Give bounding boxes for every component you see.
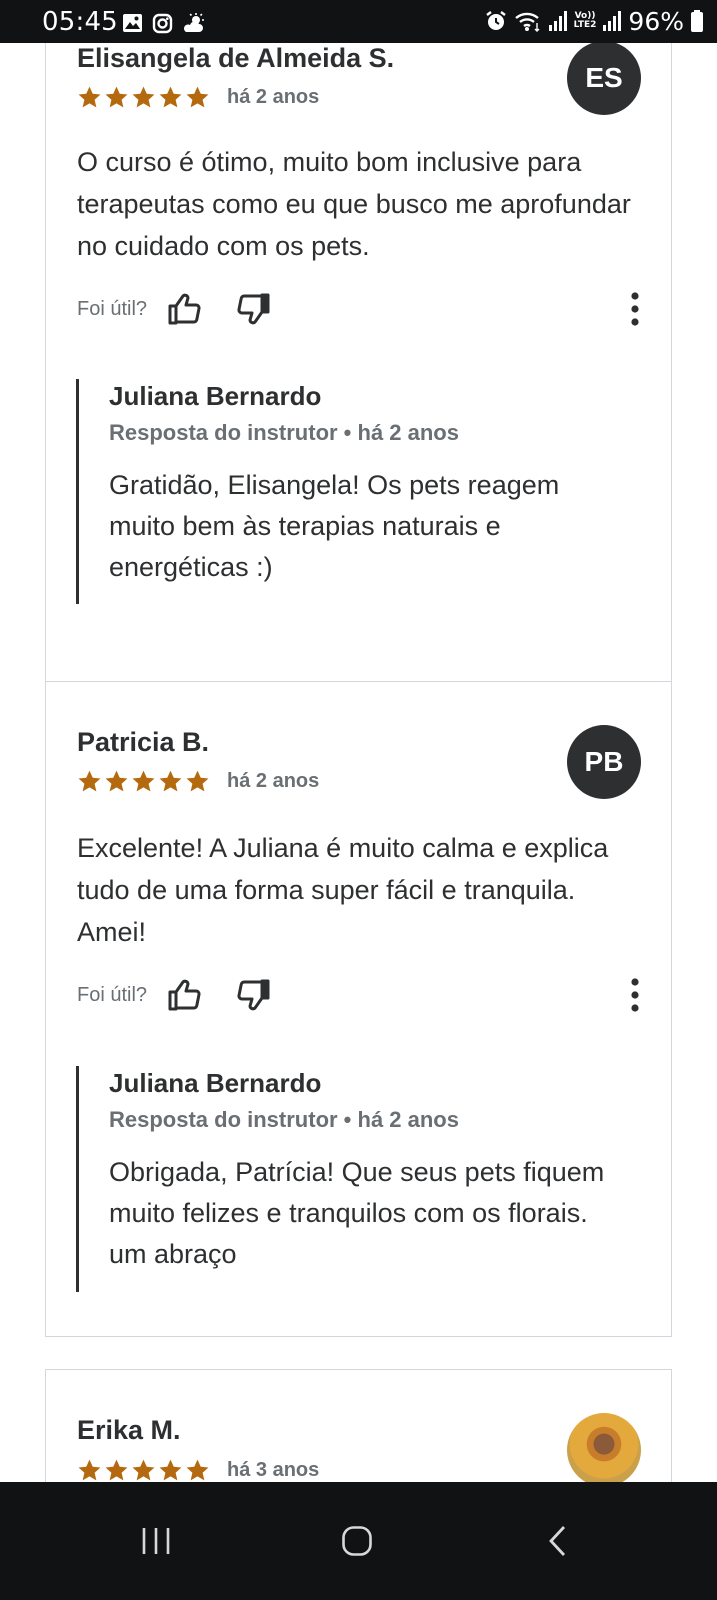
reply-text: Obrigada, Patrícia! Que seus pets fiquem… [109, 1157, 605, 1269]
signal-icon-2 [603, 11, 622, 31]
review-card: Patricia B. há 2 anos PB Excelente! A Ju… [45, 681, 672, 1337]
status-time: 05:45 [42, 7, 118, 37]
instagram-icon [152, 13, 173, 33]
rating-row: há 2 anos [77, 84, 319, 110]
recents-button[interactable] [96, 1482, 216, 1600]
star-icon [105, 770, 128, 791]
reply-author: Juliana Bernardo [109, 1068, 322, 1098]
weather-icon [183, 12, 204, 32]
thumbs-down-icon [237, 979, 270, 1011]
thumbs-down-icon [237, 293, 270, 325]
more-options-button[interactable] [623, 289, 647, 329]
star-icon [105, 86, 128, 107]
home-icon [342, 1526, 372, 1556]
thumbs-down-button[interactable] [235, 291, 271, 327]
helpful-row: Foi útil? [77, 975, 647, 1015]
star-icon [159, 770, 182, 791]
more-vertical-icon [631, 978, 639, 1012]
recents-icon [142, 1528, 170, 1554]
battery-percent: 96% [628, 6, 684, 36]
reply-meta: Resposta do instrutor • há 2 anos [109, 1107, 459, 1132]
star-rating [77, 769, 210, 794]
star-icon [132, 770, 155, 791]
rating-row: há 2 anos [77, 768, 319, 794]
review-time: há 3 anos [227, 1458, 320, 1481]
helpful-label: Foi útil? [77, 297, 148, 320]
star-icon [105, 1459, 128, 1480]
avatar-photo [567, 1413, 641, 1487]
home-button[interactable] [297, 1482, 417, 1600]
thumbs-up-button[interactable] [167, 291, 203, 327]
alarm-icon [485, 11, 506, 30]
reviewer-name: Patricia B. [77, 727, 210, 757]
star-icon [78, 770, 101, 791]
thumbs-up-button[interactable] [167, 977, 203, 1013]
reply-text: Gratidão, Elisangela! Os pets reagem mui… [109, 470, 560, 582]
star-rating [77, 85, 210, 110]
star-icon [78, 86, 101, 107]
status-bar: 05:45 Vo)) LTE2 96% [0, 0, 717, 43]
star-icon [186, 1459, 209, 1480]
battery-icon [691, 10, 703, 32]
instructor-reply: Juliana Bernardo Resposta do instrutor •… [76, 379, 646, 604]
thumbs-up-icon [168, 979, 201, 1011]
more-options-button[interactable] [623, 975, 647, 1015]
star-icon [186, 86, 209, 107]
thumbs-up-icon [168, 293, 201, 325]
review-text: Excelente! A Juliana é muito calma e exp… [77, 833, 609, 947]
more-vertical-icon [631, 292, 639, 326]
star-icon [132, 1459, 155, 1480]
avatar: ES [567, 43, 641, 115]
rating-row: há 3 anos [77, 1457, 319, 1483]
thumbs-down-button[interactable] [235, 977, 271, 1013]
reply-meta: Resposta do instrutor • há 2 anos [109, 420, 459, 445]
star-icon [132, 86, 155, 107]
system-nav-bar [0, 1482, 717, 1600]
back-button[interactable] [498, 1482, 618, 1600]
reviewer-name: Erika M. [77, 1415, 181, 1445]
wifi-icon [514, 12, 540, 32]
gallery-icon [123, 14, 142, 32]
star-icon [78, 1459, 101, 1480]
review-card: Elisangela de Almeida S. há 2 anos ES O … [45, 43, 672, 694]
star-icon [159, 86, 182, 107]
lte-indicator: Vo)) LTE2 [573, 11, 597, 30]
star-icon [159, 1459, 182, 1480]
reviewer-name: Elisangela de Almeida S. [77, 43, 395, 73]
notification-icons [122, 12, 206, 34]
back-icon [549, 1526, 566, 1556]
reply-author: Juliana Bernardo [109, 381, 322, 411]
helpful-row: Foi útil? [77, 289, 647, 329]
star-icon [186, 770, 209, 791]
review-text: O curso é ótimo, muito bom inclusive par… [77, 147, 631, 261]
review-time: há 2 anos [227, 769, 320, 792]
star-rating [77, 1458, 210, 1483]
instructor-reply: Juliana Bernardo Resposta do instrutor •… [76, 1066, 646, 1292]
review-time: há 2 anos [227, 85, 320, 108]
helpful-label: Foi útil? [77, 983, 148, 1006]
signal-icon [548, 11, 567, 31]
system-status-icons: Vo)) LTE2 96% [485, 6, 703, 36]
avatar: PB [567, 725, 641, 799]
reviews-feed[interactable]: Elisangela de Almeida S. há 2 anos ES O … [0, 43, 717, 1510]
